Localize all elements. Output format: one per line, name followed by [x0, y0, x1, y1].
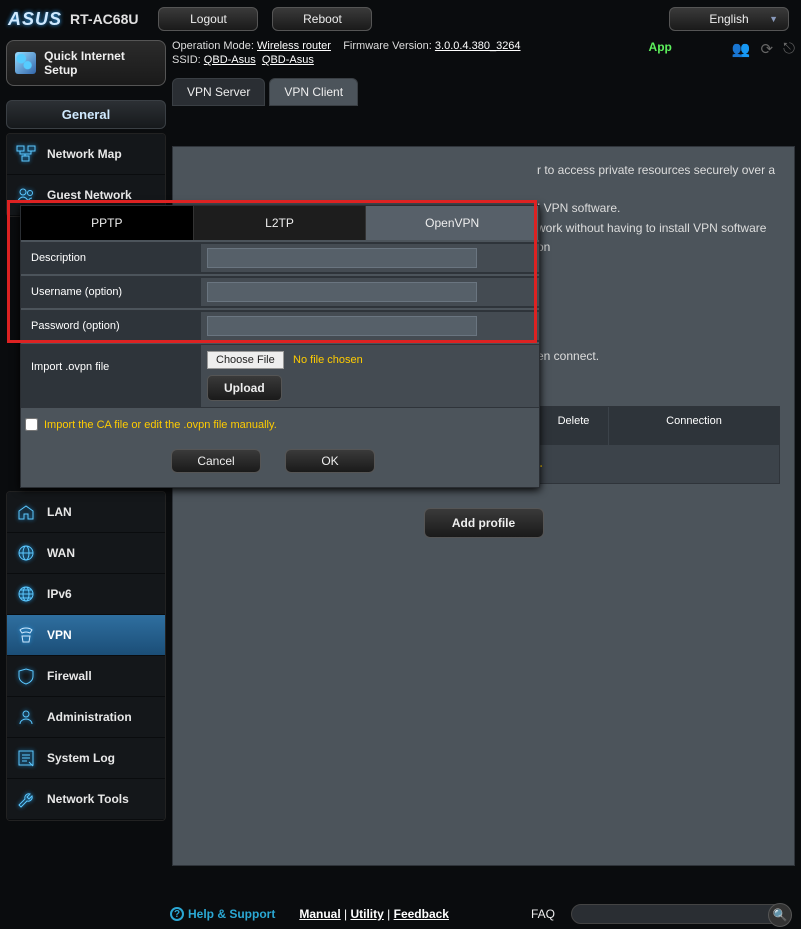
modal-actions: Cancel OK [21, 441, 539, 487]
usb-icon[interactable]: ⎋ [783, 40, 795, 58]
opmode-link[interactable]: Wireless router [257, 40, 331, 52]
cycle-icon[interactable]: ⟳ [761, 40, 774, 58]
brand-logo: ASUS [8, 9, 62, 30]
nav-lan[interactable]: LAN [7, 492, 165, 533]
wrench-icon [15, 789, 37, 809]
col-delete: Delete [539, 407, 609, 445]
row-description: Description [21, 242, 539, 274]
info-text-2: en connect. [537, 347, 780, 366]
utility-link[interactable]: Utility [350, 907, 383, 921]
nav-ipv6[interactable]: IPv6 [7, 574, 165, 615]
admin-icon [15, 707, 37, 727]
language-dropdown[interactable]: English ▼ [669, 7, 789, 31]
firmware-link[interactable]: 3.0.0.4.380_3264 [435, 40, 521, 52]
vpn-icon [15, 625, 37, 645]
nav-label: Firewall [47, 669, 92, 683]
users-icon [15, 185, 37, 205]
user-label: Username (option) [21, 277, 201, 307]
nav-label: Network Tools [47, 792, 129, 806]
import-label: Import .ovpn file [21, 345, 201, 382]
topbar: ASUS RT-AC68U Logout Reboot English ▼ [0, 0, 801, 38]
manual-row: Import the CA file or edit the .ovpn fil… [21, 408, 539, 441]
manual-link[interactable]: Manual [299, 907, 340, 921]
operation-line-1: Operation Mode: Wireless router Firmware… [172, 40, 795, 52]
globe-icon [15, 543, 37, 563]
users-small-icon[interactable]: 👥 [732, 40, 751, 58]
nav-wan[interactable]: WAN [7, 533, 165, 574]
nav-network-tools[interactable]: Network Tools [7, 779, 165, 820]
modal-tab-l2tp[interactable]: L2TP [194, 206, 367, 240]
nav-label: WAN [47, 546, 75, 560]
footer: ? Help & Support Manual | Utility | Feed… [0, 899, 801, 929]
nav-network-map[interactable]: Network Map [7, 134, 165, 175]
pass-label: Password (option) [21, 311, 201, 341]
nav-label: IPv6 [47, 587, 72, 601]
nav-firewall[interactable]: Firewall [7, 656, 165, 697]
nav-label: Administration [47, 710, 132, 724]
modal-tab-pptp[interactable]: PPTP [21, 206, 194, 240]
faq-label: FAQ [531, 907, 555, 921]
app-link[interactable]: App [649, 40, 672, 54]
section-general: General [6, 100, 166, 129]
feedback-link[interactable]: Feedback [394, 907, 449, 921]
nav-label: System Log [47, 751, 115, 765]
nav-label: VPN [47, 628, 72, 642]
pass-input[interactable] [207, 316, 477, 336]
upload-button[interactable]: Upload [207, 375, 282, 401]
reboot-button[interactable]: Reboot [272, 7, 372, 31]
language-label: English [709, 12, 748, 26]
row-username: Username (option) [21, 276, 539, 308]
vpn-tabstrip: VPN Server VPN Client [172, 78, 795, 106]
quick-internet-setup-button[interactable]: Quick Internet Setup [6, 40, 166, 86]
log-icon [15, 748, 37, 768]
tab-vpn-server[interactable]: VPN Server [172, 78, 265, 106]
no-file-label: No file chosen [293, 354, 363, 366]
info-text: r to access private resources securely o… [537, 161, 780, 257]
house-icon [15, 502, 37, 522]
manual-checkbox[interactable] [25, 418, 38, 431]
choose-file-button[interactable]: Choose File [207, 351, 284, 369]
nav-vpn[interactable]: VPN [7, 615, 165, 656]
desc-input[interactable] [207, 248, 477, 268]
question-icon: ? [170, 907, 184, 921]
ok-button[interactable]: OK [285, 449, 375, 473]
chevron-down-icon: ▼ [769, 14, 778, 24]
nav-administration[interactable]: Administration [7, 697, 165, 738]
row-import: Import .ovpn file Choose File No file ch… [21, 344, 539, 408]
footer-links: Manual | Utility | Feedback [299, 907, 449, 921]
wand-icon [15, 52, 36, 74]
ssid2-link[interactable]: QBD-Asus [262, 54, 314, 66]
manual-label: Import the CA file or edit the .ovpn fil… [44, 419, 277, 431]
tab-vpn-client[interactable]: VPN Client [269, 78, 358, 106]
globe-icon [15, 584, 37, 604]
model-label: RT-AC68U [70, 11, 138, 27]
operation-line-2: SSID: QBD-Asus QBD-Asus [172, 54, 795, 66]
col-connection: Connection [609, 407, 779, 445]
faq-search-input[interactable]: 🔍 [571, 904, 791, 924]
add-profile-button[interactable]: Add profile [424, 508, 544, 538]
help-support-link[interactable]: ? Help & Support [170, 907, 275, 921]
cancel-button[interactable]: Cancel [171, 449, 261, 473]
add-profile-modal: PPTP L2TP OpenVPN Description Username (… [20, 205, 540, 488]
search-icon[interactable]: 🔍 [768, 903, 792, 927]
row-password: Password (option) [21, 310, 539, 342]
shield-icon [15, 666, 37, 686]
modal-tabs: PPTP L2TP OpenVPN [21, 206, 539, 240]
network-map-icon [15, 144, 37, 164]
desc-label: Description [21, 243, 201, 273]
nav-label: Guest Network [47, 188, 132, 202]
nav-system-log[interactable]: System Log [7, 738, 165, 779]
ssid1-link[interactable]: QBD-Asus [204, 54, 256, 66]
nav-advanced: LAN WAN IPv6 VPN Firewall [6, 491, 166, 821]
user-input[interactable] [207, 282, 477, 302]
logout-button[interactable]: Logout [158, 7, 258, 31]
qis-label: Quick Internet Setup [44, 49, 157, 77]
modal-tab-openvpn[interactable]: OpenVPN [366, 206, 539, 240]
nav-label: LAN [47, 505, 72, 519]
header-status-icons: 👥 ⟳ ⎋ [732, 40, 795, 58]
nav-label: Network Map [47, 147, 122, 161]
